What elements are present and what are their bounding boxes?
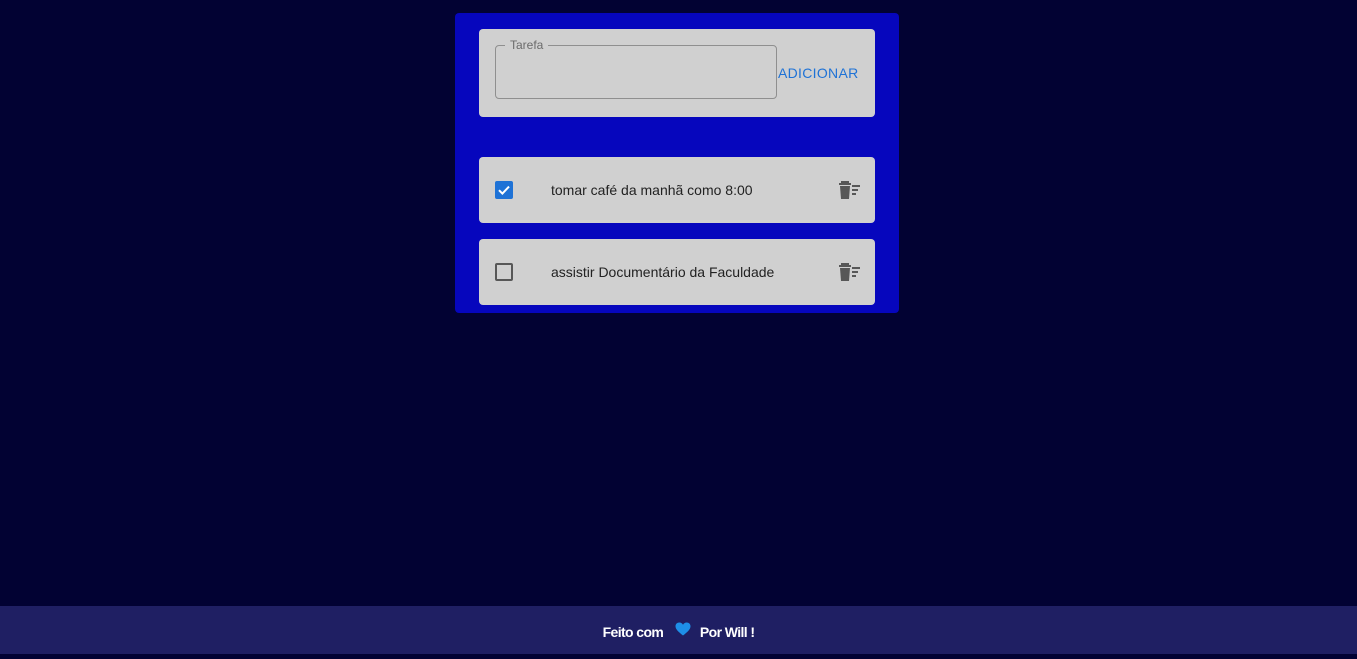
task-text: assistir Documentário da Faculdade bbox=[551, 264, 775, 280]
task-checkbox-unchecked[interactable] bbox=[495, 263, 513, 281]
check-icon bbox=[498, 185, 510, 196]
task-field[interactable]: Tarefa bbox=[495, 38, 777, 99]
delete-task-icon[interactable] bbox=[839, 262, 863, 282]
task-input[interactable] bbox=[496, 46, 776, 98]
task-item: tomar café da manhã como 8:00 bbox=[479, 157, 875, 223]
task-form: Tarefa ADICIONAR bbox=[479, 29, 875, 117]
task-text: tomar café da manhã como 8:00 bbox=[551, 182, 753, 198]
footer: Feito com Por Will ! bbox=[0, 606, 1357, 654]
add-button[interactable]: ADICIONAR bbox=[778, 62, 859, 84]
task-item: assistir Documentário da Faculdade bbox=[479, 239, 875, 305]
footer-author: Por Will ! bbox=[699, 624, 755, 640]
delete-task-icon[interactable] bbox=[839, 180, 863, 200]
task-checkbox-checked[interactable] bbox=[495, 181, 513, 199]
heart-icon bbox=[675, 605, 691, 657]
todo-card: Tarefa ADICIONAR tomar café da manhã com… bbox=[455, 13, 899, 313]
footer-made-with: Feito com bbox=[602, 624, 664, 640]
